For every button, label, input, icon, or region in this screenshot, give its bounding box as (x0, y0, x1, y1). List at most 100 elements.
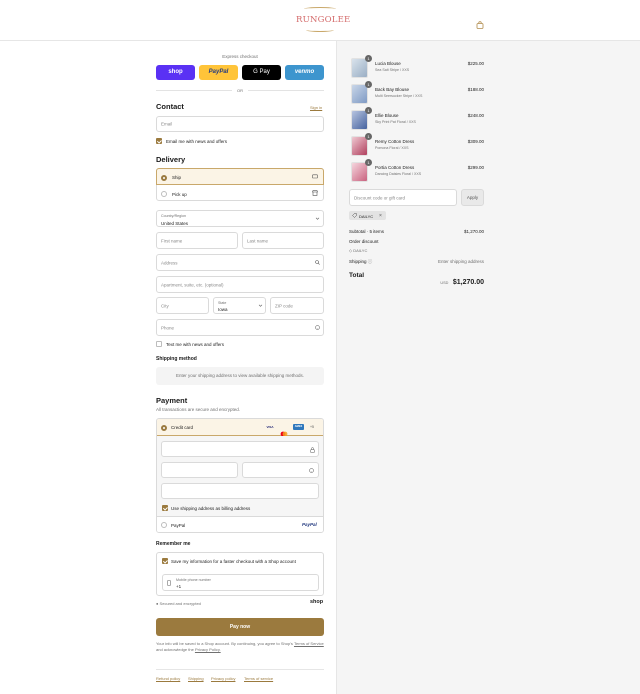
pickup-radio[interactable] (161, 191, 167, 197)
header: RUNGOLEE (0, 0, 640, 41)
subtotal-label: Subtotal · 5 items (349, 229, 385, 234)
shop-pay-button[interactable]: shop (156, 65, 195, 80)
country-select[interactable]: Country/Region United States (156, 210, 324, 227)
product-price: $309.00 (467, 139, 484, 144)
help-circle-icon[interactable] (309, 468, 314, 475)
credit-card-radio[interactable] (161, 424, 167, 431)
visa-icon: VISA (266, 425, 274, 429)
payment-heading: Payment (156, 396, 188, 405)
help-circle-icon[interactable]: ⓘ (368, 259, 373, 264)
last-name-field[interactable]: Last name (242, 232, 324, 249)
terms-of-service-link[interactable]: Terms of service (244, 676, 273, 681)
order-discount-label: Order discount (349, 239, 379, 244)
shop-pay-label: shop (168, 69, 183, 75)
payment-subtitle: All transactions are secure and encrypte… (156, 407, 241, 412)
email-field[interactable]: Email (156, 116, 324, 132)
shipping-policy-link[interactable]: Shipping (188, 676, 204, 681)
email-placeholder: Email (161, 121, 173, 127)
product-name: Lucia Blouse (375, 61, 401, 66)
address-placeholder: Address (161, 260, 178, 265)
ship-option[interactable] (156, 168, 324, 185)
total-value-group: USD $1,270.00 (440, 271, 484, 289)
or-divider-left (156, 90, 232, 91)
product-name: Portia Cotton Dress (375, 165, 415, 170)
product-price: $299.00 (467, 165, 484, 170)
help-circle-icon[interactable] (315, 325, 320, 332)
phone-placeholder: Phone (161, 325, 175, 330)
chevron-down-icon (258, 303, 263, 310)
product-name: Remy Cotton Dress (375, 139, 415, 144)
order-discount-code: ◇ DAILYC (349, 248, 367, 253)
payment-options: Credit card VISA AMEX +5 Use shipping ad… (156, 418, 324, 533)
billing-address-checkbox[interactable] (162, 505, 168, 511)
cart-item: 1 Portia Cotton Dress Dancing Daisies Fl… (349, 159, 484, 183)
pay-now-button[interactable]: Pay now (156, 618, 324, 636)
ship-radio[interactable] (161, 174, 167, 181)
lock-icon: ● (156, 601, 159, 606)
remove-discount-icon[interactable]: × (379, 213, 382, 219)
refund-policy-link[interactable]: Refund policy (156, 676, 180, 681)
state-value: Iowa (218, 307, 228, 312)
product-price: $225.00 (467, 61, 484, 66)
brand-name: RUNGOLEE (296, 15, 351, 25)
paypal-button[interactable]: PayPal (199, 65, 238, 80)
address-field[interactable]: Address (156, 254, 324, 271)
cart-bag-icon[interactable] (476, 16, 484, 29)
save-info-checkbox[interactable] (162, 558, 168, 564)
security-code-field[interactable] (242, 462, 319, 478)
total-value: $1,270.00 (452, 279, 484, 286)
mobile-phone-label: Mobile phone number (176, 577, 211, 582)
card-number-field[interactable] (161, 441, 319, 457)
currency-code: USD (440, 281, 449, 285)
quantity-badge: 1 (365, 159, 372, 166)
quantity-badge: 1 (365, 133, 372, 140)
product-name: Ellie Blouse (375, 113, 399, 118)
mobile-phone-value: +1 (176, 583, 182, 589)
sign-in-link[interactable]: Sign in (310, 105, 322, 110)
contact-heading: Contact (156, 102, 184, 111)
more-cards-badge: +5 (310, 425, 314, 429)
state-select[interactable]: State Iowa (213, 297, 266, 314)
paypal-radio[interactable] (161, 522, 167, 528)
text-news-checkbox[interactable] (156, 341, 162, 347)
name-on-card-field[interactable] (161, 483, 319, 499)
apply-discount-button[interactable]: Apply (461, 189, 484, 206)
google-pay-button[interactable]: G Pay (242, 65, 281, 80)
shop-logo: shop (310, 599, 324, 605)
venmo-button[interactable]: venmo (285, 65, 324, 80)
tag-icon (352, 213, 357, 220)
shop-terms-link[interactable]: Terms of Service (294, 641, 324, 646)
discount-tag: DAILYC × (349, 211, 386, 220)
mastercard-icon (279, 424, 289, 437)
discount-code-field[interactable]: Discount code or gift card (349, 189, 457, 206)
product-price: $188.00 (467, 87, 484, 92)
product-variant: Pomona Floral / XXS (375, 146, 409, 150)
disclaimer-text: Your info will be saved to a Shop accoun… (156, 641, 293, 646)
brand-logo[interactable]: RUNGOLEE (296, 7, 351, 34)
save-info-label: Save my information for a faster checkou… (171, 558, 296, 564)
total-label: Total (349, 272, 365, 279)
email-news-checkbox[interactable] (156, 138, 162, 144)
expiry-field[interactable] (161, 462, 238, 478)
zip-field[interactable]: ZIP code (270, 297, 324, 314)
phone-field[interactable]: Phone (156, 319, 324, 336)
product-price: $248.00 (467, 113, 484, 118)
discount-code-placeholder: Discount code or gift card (354, 195, 406, 200)
apply-label: Apply (466, 195, 479, 200)
google-pay-label: G Pay (253, 69, 270, 75)
privacy-policy-link[interactable]: Privacy policy (211, 676, 235, 681)
store-icon (312, 190, 318, 198)
amex-icon: AMEX (293, 424, 304, 430)
cart-item: 1 Back Bay Blouse Multi Seersucker Strip… (349, 81, 484, 105)
apartment-field[interactable]: Apartment, suite, etc. (optional) (156, 276, 324, 293)
product-variant: Dancing Daisies Floral / XXS (375, 172, 422, 176)
last-name-placeholder: Last name (247, 238, 269, 243)
pickup-label: Pick up (172, 191, 187, 197)
shipping-method-heading: Shipping method (156, 356, 197, 362)
city-field[interactable]: City (156, 297, 209, 314)
mobile-phone-field[interactable]: Mobile phone number +1 (162, 574, 319, 591)
first-name-field[interactable]: First name (156, 232, 238, 249)
remember-me-heading: Remember me (156, 541, 191, 547)
delivery-heading: Delivery (156, 155, 186, 164)
shop-privacy-link[interactable]: Privacy Policy. (195, 647, 221, 652)
